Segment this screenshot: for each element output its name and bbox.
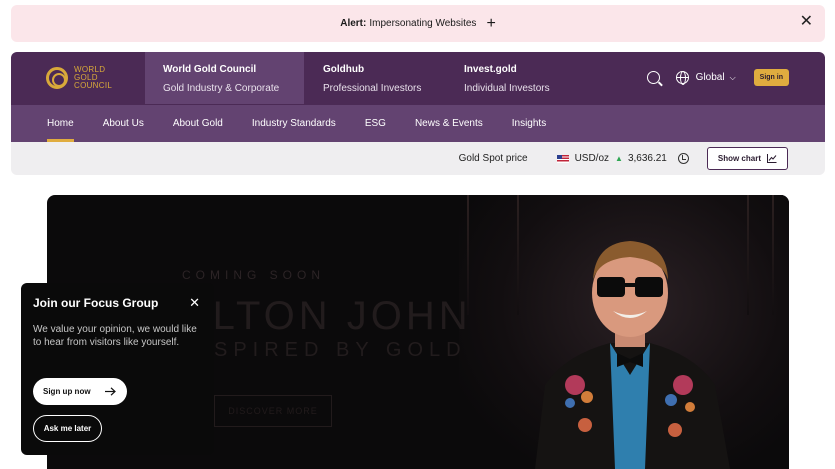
- site-tab-subtitle: Professional Investors: [323, 83, 422, 94]
- nav-item-insights[interactable]: Insights: [512, 105, 546, 142]
- arrow-right-icon: [104, 387, 116, 396]
- gold-price-bar: Gold Spot price USD/oz ▲ 3,636.21 Show c…: [11, 142, 825, 175]
- sign-up-now-button[interactable]: Sign up now: [33, 378, 127, 405]
- site-header: WORLD GOLD COUNCIL World Gold Council Go…: [11, 52, 825, 142]
- nav-item-about-gold[interactable]: About Gold: [173, 105, 223, 142]
- logo[interactable]: WORLD GOLD COUNCIL: [46, 66, 112, 90]
- region-selector[interactable]: Global: [696, 72, 725, 83]
- clock-icon[interactable]: [677, 153, 689, 164]
- curtain-stripe: [772, 195, 774, 315]
- currency-label: USD/oz: [574, 153, 610, 164]
- site-tab-subtitle: Individual Investors: [464, 83, 550, 94]
- alert-bar: Alert: Impersonating Websites + ✕: [11, 5, 825, 42]
- site-tab-goldhub[interactable]: Goldhub Professional Investors: [305, 52, 445, 104]
- curtain-stripe: [517, 195, 519, 315]
- focus-group-popup: Join our Focus Group ✕ We value your opi…: [21, 283, 214, 455]
- show-chart-label: Show chart: [717, 154, 761, 163]
- hero-portrait-image: [535, 241, 730, 469]
- site-tab-invest-gold[interactable]: Invest.gold Individual Investors: [446, 52, 586, 104]
- nav-item-news-events[interactable]: News & Events: [415, 105, 483, 142]
- header-actions: Global ⌵ Sign in: [646, 69, 789, 86]
- gold-price-value: 3,636.21: [627, 153, 667, 164]
- line-chart-icon: [767, 154, 777, 163]
- ask-me-later-button[interactable]: Ask me later: [33, 415, 102, 442]
- show-chart-button[interactable]: Show chart: [706, 147, 788, 170]
- focus-group-title: Join our Focus Group: [33, 296, 159, 310]
- hero-kicker: COMING SOON: [182, 268, 326, 282]
- focus-group-description: We value your opinion, we would like to …: [33, 324, 197, 348]
- curtain-stripe: [747, 195, 749, 315]
- gold-spot-label: Gold Spot price: [458, 153, 528, 164]
- chevron-down-icon[interactable]: ⌵: [730, 73, 736, 83]
- logo-text: WORLD GOLD COUNCIL: [74, 65, 113, 90]
- price-up-icon: ▲: [615, 154, 623, 163]
- site-tab-world-gold-council[interactable]: World Gold Council Gold Industry & Corpo…: [145, 52, 304, 104]
- site-tab-title: World Gold Council: [163, 64, 257, 75]
- alert-text[interactable]: Impersonating Websites: [369, 18, 476, 29]
- logo-ring-icon: [46, 67, 68, 89]
- plus-icon[interactable]: +: [486, 15, 495, 32]
- nav-item-industry-standards[interactable]: Industry Standards: [252, 105, 336, 142]
- search-icon[interactable]: [646, 71, 660, 84]
- us-flag-icon: [556, 154, 569, 163]
- site-tab-title: Goldhub: [323, 64, 365, 75]
- site-tab-title: Invest.gold: [464, 64, 517, 75]
- hero-headline: ELTON JOHN INSPIRED BY GOLD: [182, 294, 472, 361]
- globe-icon[interactable]: [675, 71, 689, 85]
- hero-discover-button[interactable]: DISCOVER MORE: [214, 395, 332, 427]
- nav-item-about-us[interactable]: About Us: [103, 105, 144, 142]
- site-tab-subtitle: Gold Industry & Corporate: [163, 83, 280, 94]
- close-icon[interactable]: ✕: [189, 295, 200, 311]
- alert-label: Alert:: [340, 18, 367, 29]
- sign-up-label: Sign up now: [43, 387, 91, 396]
- main-nav: Home About Us About Gold Industry Standa…: [11, 105, 825, 142]
- nav-item-home[interactable]: Home: [47, 105, 74, 142]
- close-icon[interactable]: ✕: [800, 14, 813, 30]
- sign-in-button[interactable]: Sign in: [753, 69, 789, 86]
- nav-item-esg[interactable]: ESG: [365, 105, 386, 142]
